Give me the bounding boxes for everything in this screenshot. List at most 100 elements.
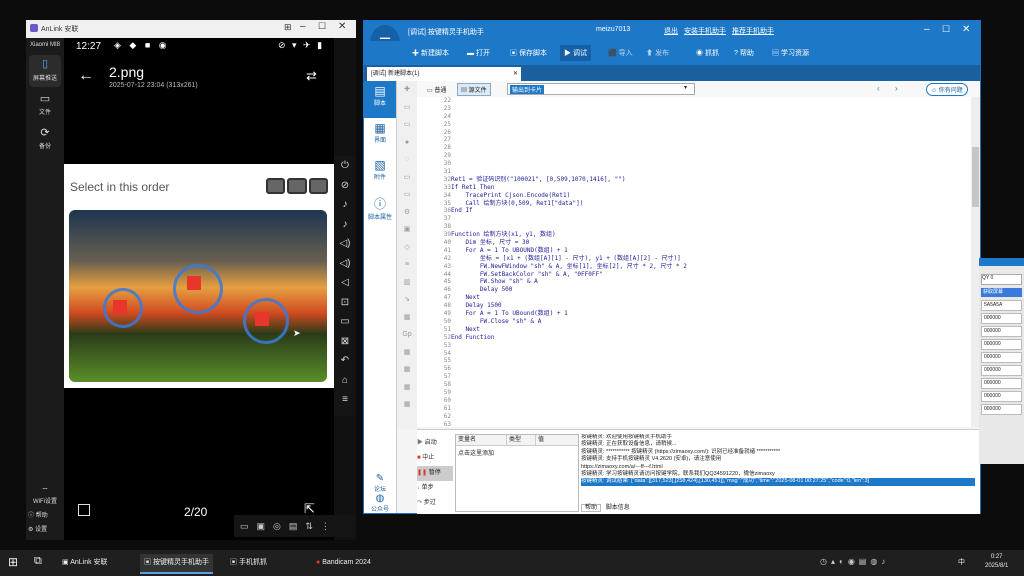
minimize-button[interactable]: – [924,24,930,35]
code-line[interactable]: For A = 1 To UBound(数组) + 1 [451,310,971,318]
debug-step-over[interactable]: ↷ 步过 [417,496,453,511]
code-line[interactable] [451,365,971,373]
code-line[interactable] [451,136,971,144]
code-line[interactable]: For A = 1 To UBOUND(数组) + 1 [451,247,971,255]
color-row[interactable]: 000000 [981,378,1022,389]
install-assistant-link[interactable]: 安装手机助手 [684,26,726,36]
nav-properties[interactable]: ⓘ 脚本属性 [364,192,396,229]
select-checkbox[interactable] [78,504,90,516]
code-line[interactable]: Delay 1500 [451,302,971,310]
code-line[interactable] [451,152,971,160]
code-line[interactable]: Next [451,326,971,334]
code-line[interactable]: Function 绘制方块(x1, y1, 数组) [451,231,971,239]
mode-source[interactable]: ▤ 源文件 [457,83,491,96]
code-line[interactable] [451,129,971,137]
input-language[interactable]: 中 [958,557,965,567]
code-line[interactable] [451,168,971,176]
sidebar-item-wifi[interactable]: ⌔ WiFi设置 [26,486,64,505]
code-line[interactable] [451,97,971,105]
maximize-button[interactable]: ☐ [318,21,326,32]
new-script-button[interactable]: ✚ 新建脚本 [412,48,449,58]
next-arrow-icon[interactable]: › [895,84,898,93]
code-line[interactable]: End Function [451,334,971,342]
help-button[interactable]: ? 帮助 [734,48,754,58]
color-row[interactable]: 5A5A5A [981,300,1022,311]
code-line[interactable] [451,357,971,365]
code-line[interactable] [451,421,971,427]
code-line[interactable] [451,113,971,121]
taskbar-item-anlink[interactable]: ▣ AnLink 安联 [58,554,112,574]
sidebar-item-settings[interactable]: ⚙ 设置 [28,524,64,533]
back-arrow-icon[interactable]: ← [78,67,94,85]
code-editor[interactable]: 22 23 24 25 26 27 28 29 30 31 32 33 34 35 36 37 38 39 40 41… [417,97,971,427]
capture-button[interactable]: ◉ 抓抓 [696,48,719,58]
color-row[interactable]: 000000 [981,313,1022,324]
nav-attachment[interactable]: ▧ 附件 [364,155,396,192]
code-area[interactable]: Ret1 = 验证码识别("100021", [0,509,1070,1416]… [451,97,971,427]
nav-forum[interactable]: ✎ 论坛 [364,473,396,493]
get-screen-button[interactable]: 获取屏幕 [981,288,1022,297]
code-line[interactable] [451,105,971,113]
nav-script[interactable]: ▤ 脚本 [364,81,396,118]
code-line[interactable]: FW.Show "sh" & A [451,278,971,286]
code-line[interactable] [451,397,971,405]
code-line[interactable]: Dim 坐标, 尺寸 = 30 [451,239,971,247]
function-select[interactable]: 输出到卡片 ▾ [507,83,695,95]
code-line[interactable]: Next [451,294,971,302]
code-line[interactable]: Call 绘制方块(0,509, Ret1["data"]) [451,200,971,208]
code-line[interactable]: TracePrint Cjson.Encode(Ret1) [451,192,971,200]
debug-button[interactable]: ▶ 调试 [560,45,591,61]
color-row[interactable]: 000000 [981,391,1022,402]
import-button[interactable]: ⬛ 导入 [608,48,633,58]
nav-wechat[interactable]: ◍ 公众号 [364,493,396,513]
code-line[interactable] [451,413,971,421]
color-row[interactable]: 000000 [981,404,1022,415]
open-button[interactable]: ▬ 打开 [467,48,490,58]
close-button[interactable]: ✕ [962,24,970,35]
code-line[interactable]: If Ret1 Then [451,184,971,192]
code-line[interactable]: Ret1 = 验证码识别("100021", [0,509,1070,1416]… [451,176,971,184]
code-line[interactable]: Delay 500 [451,286,971,294]
tray-icons[interactable]: ◷▴◐◉▤◍♪ [820,557,889,566]
code-line[interactable]: FW.SetBackColor "sh" & A, "0FF0FF" [451,271,971,279]
prev-arrow-icon[interactable]: ‹ [877,84,880,93]
account-name[interactable]: meizu7013 [596,26,630,33]
sidebar-item-backup[interactable]: ⟳ 备份 [29,125,61,155]
code-line[interactable] [451,160,971,168]
code-line[interactable] [451,215,971,223]
phone-bottom-icons[interactable]: ▭▣◎▤⇅⋮ [234,515,356,537]
swap-icon[interactable]: ⇄ [306,68,317,84]
color-row[interactable]: 000000 [981,352,1022,363]
code-line[interactable]: End If [451,207,971,215]
sidebar-item-files[interactable]: ▭ 文件 [29,91,61,121]
recommend-assistant-link[interactable]: 推荐手机助手 [732,26,774,36]
question-button[interactable]: ☺ 你有问题 [926,83,968,96]
close-icon[interactable]: ✕ [513,67,518,81]
code-line[interactable] [451,373,971,381]
publish-button[interactable]: ⬆ 发布 [646,48,669,58]
tab-help[interactable]: 帮助 [581,504,602,512]
variable-add-row[interactable]: 点击这里添加 [456,446,578,459]
scrollbar-thumb[interactable] [972,147,979,207]
sidebar-item-screen[interactable]: ▯ 屏幕推送 [29,55,61,87]
tab-script-info[interactable]: 脚本信息 [603,505,633,511]
pin-icon[interactable]: ⊞ [284,22,292,33]
code-line[interactable] [451,223,971,231]
phone-control-icons[interactable]: ⏻ ⊘ ♪ ♪ ◁) ◁) ◁ ⊡ ▭ ⊠ ↶ ⌂ ≡ [334,156,356,410]
maximize-button[interactable]: ☐ [942,24,950,35]
clock[interactable]: 0:27 2025/8/1 [985,553,1008,571]
code-line[interactable]: FW.NewFWindow "sh" & A, 坐标[1], 坐标[2], 尺寸… [451,263,971,271]
debug-step[interactable]: ↓ 单步 [417,481,453,496]
close-button[interactable]: ✕ [338,21,346,32]
phone-screen[interactable]: 12:27 ◈ ◆ ■ ◉ ⊘ ▾ ✈ ▮ ← 2.png 2025-07-12… [64,38,334,540]
code-line[interactable] [451,405,971,413]
code-line[interactable] [451,144,971,152]
debug-pause[interactable]: ❚❚ 暂停 [417,466,453,481]
save-script-button[interactable]: ▣ 保存脚本 [510,48,547,58]
tab-script[interactable]: [调试] 新建脚本(1) ✕ [367,67,521,81]
code-line[interactable]: FW.Close "sh" & A [451,318,971,326]
taskbar-item-assistant[interactable]: ▣ 按键精灵手机助手 [140,554,213,574]
taskview-icon[interactable]: ⧉ [34,555,42,568]
command-icons[interactable]: ✚ ▭ ▭ ● ◌ ▭ ▭ ⚙ ▣ ◇ ≡ ▥ ⇘ ▦ Gp ▦ ▦ ▦ ▦ [397,81,417,414]
taskbar-item-capture[interactable]: ▣ 手机抓抓 [226,554,271,574]
